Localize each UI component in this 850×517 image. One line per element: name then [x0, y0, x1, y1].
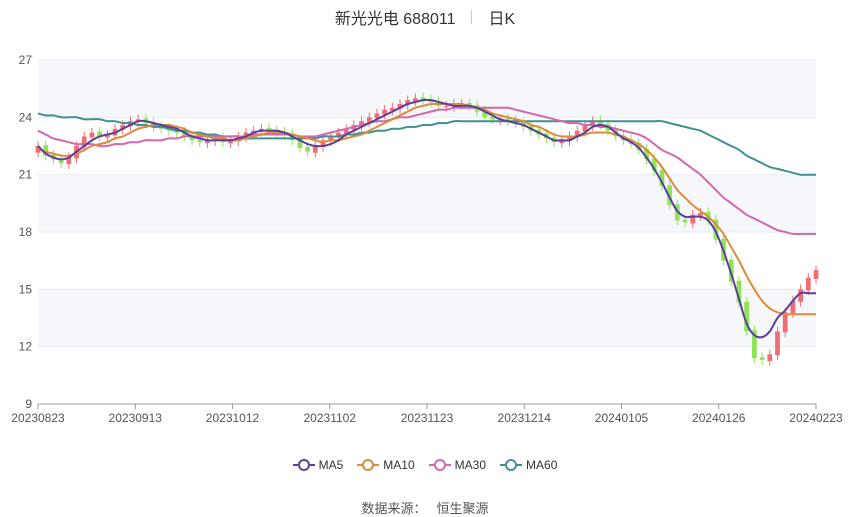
y-tick-label: 9 — [25, 397, 32, 411]
ma60-legend-icon — [500, 459, 523, 471]
x-tick-label: 20240105 — [595, 411, 649, 425]
legend-label: MA10 — [383, 458, 415, 472]
grid-band — [38, 289, 816, 347]
grid-band — [38, 174, 816, 232]
x-tick-label: 20231012 — [206, 411, 260, 425]
source-value: 恒生聚源 — [436, 501, 489, 516]
candle — [682, 219, 688, 223]
legend-ma10[interactable]: MA10 — [357, 458, 415, 472]
candle — [305, 146, 310, 152]
candle — [813, 270, 819, 279]
x-tick-label: 20240126 — [692, 411, 746, 425]
legend-ma30[interactable]: MA30 — [428, 458, 487, 472]
grid-band — [38, 60, 816, 118]
y-tick-label: 21 — [19, 168, 33, 182]
legend-label: MA5 — [318, 458, 344, 472]
candle — [805, 277, 811, 291]
x-tick-label: 20230913 — [109, 411, 163, 425]
y-tick-label: 27 — [19, 53, 33, 67]
legend-label: MA60 — [526, 458, 558, 472]
legend-label: MA30 — [454, 458, 487, 472]
legend-ma60[interactable]: MA60 — [500, 458, 557, 472]
x-tick-label: 20231123 — [401, 411, 454, 425]
ma10-legend-icon — [357, 459, 380, 471]
y-tick-label: 24 — [19, 110, 33, 124]
candle — [89, 132, 95, 138]
candle — [767, 354, 773, 361]
x-tick-label: 20240223 — [789, 411, 843, 425]
kline-chart: 9 12 15 18 21 24 27 20230823 20230913 20231012 202… — [11, 53, 843, 425]
x-tick-label: 20231214 — [498, 411, 552, 425]
candle — [775, 331, 780, 356]
candle — [759, 357, 765, 361]
candle — [443, 105, 449, 107]
ma5-legend-icon — [292, 459, 315, 471]
y-tick-label: 15 — [19, 282, 33, 296]
ma30-legend-icon — [428, 459, 451, 471]
x-tick-label: 20230823 — [11, 411, 65, 425]
y-tick-label: 12 — [19, 340, 33, 354]
y-tick-label: 18 — [19, 225, 33, 239]
source-label: 数据来源： — [361, 501, 427, 516]
x-tick-label: 20231102 — [304, 411, 357, 425]
data-source: 数据来源： 恒生聚源 — [0, 498, 850, 517]
legend-ma5[interactable]: MA5 — [292, 458, 344, 472]
legend: MA5 MA10 MA30 MA60 — [0, 458, 850, 472]
